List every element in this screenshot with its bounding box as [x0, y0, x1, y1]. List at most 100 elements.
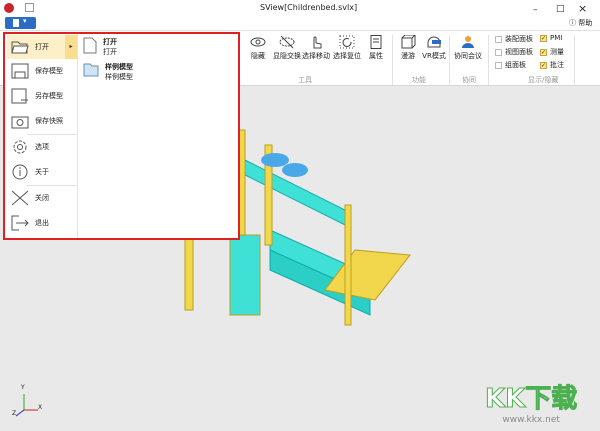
close-icon: [11, 190, 29, 206]
group-label-display: 显示/隐藏: [528, 76, 559, 84]
menu-item-label: 关闭: [35, 194, 49, 202]
annotation-checkbox[interactable]: ✓ 批注: [540, 60, 564, 70]
watermark: KK下载 www.kkx.net: [484, 378, 578, 426]
menu-item-save-model[interactable]: 保存模型: [7, 59, 77, 83]
chevron-down-icon: ▾: [23, 17, 27, 25]
cube-icon: [401, 35, 416, 49]
users-icon: [462, 36, 474, 48]
save-as-icon: [11, 88, 28, 104]
submenu-sample-model[interactable]: 样例模型 样例模型: [83, 62, 133, 82]
select-move-button[interactable]: 选择移动: [301, 35, 331, 61]
menu-item-about[interactable]: 关于: [7, 160, 77, 184]
save-icon[interactable]: [25, 3, 34, 12]
menu-item-label: 保存模型: [35, 67, 63, 75]
assembly-panel-checkbox[interactable]: 装配面板: [495, 34, 533, 44]
help-button[interactable]: ⓘ 帮助: [569, 18, 592, 28]
vr-mode-label: VR模式: [422, 52, 446, 60]
submenu-subtitle: 打开: [103, 48, 117, 56]
menu-item-open[interactable]: 打开: [7, 35, 65, 59]
properties-button[interactable]: 属性: [361, 35, 391, 61]
save-icon: [11, 63, 29, 79]
tab-row: ▾ ⓘ 帮助: [0, 16, 600, 30]
select-move-label: 选择移动: [302, 52, 330, 60]
menu-item-label: 打开: [35, 43, 49, 51]
divider: [488, 35, 489, 85]
submenu-title: 打开: [103, 38, 117, 46]
menu-item-label: 保存快照: [35, 117, 63, 125]
toggle-visibility-button[interactable]: 显隐交换: [272, 35, 302, 61]
app-logo-icon: [4, 3, 14, 13]
checkbox-label: 组面板: [505, 61, 526, 69]
select-reset-button[interactable]: 选择复位: [332, 35, 362, 61]
menu-item-label: 关于: [35, 168, 49, 176]
menu-item-label: 退出: [35, 219, 49, 227]
walkthrough-label: 漫游: [401, 52, 415, 60]
checkbox-label: 测量: [550, 48, 564, 56]
hide-button[interactable]: 隐藏: [243, 35, 273, 61]
checkbox-label: PMI: [550, 34, 563, 42]
view-panel-checkbox[interactable]: 视图面板: [495, 47, 533, 57]
eye-icon: [250, 37, 266, 47]
submenu-title: 样例模型: [105, 63, 133, 71]
axis-icon: [15, 394, 38, 417]
properties-icon: [370, 35, 382, 49]
vr-mode-button[interactable]: VR模式: [419, 35, 449, 61]
minimize-button[interactable]: –: [533, 5, 538, 15]
help-label: 帮助: [578, 19, 593, 27]
maximize-button[interactable]: □: [556, 4, 565, 14]
checkmark-icon: ✓: [540, 48, 547, 56]
info-icon: [12, 164, 28, 180]
reset-icon: [339, 35, 355, 49]
menu-item-label: 选项: [35, 143, 49, 151]
axis-triad: Y X Z: [12, 384, 43, 418]
camera-icon: [11, 116, 29, 129]
menu-item-close[interactable]: 关闭: [7, 186, 77, 210]
divider: [574, 35, 575, 85]
menu-item-save-as[interactable]: 另存模型: [7, 84, 77, 108]
menu-item-exit[interactable]: 退出: [7, 211, 77, 235]
pmi-checkbox[interactable]: ✓ PMI: [540, 34, 562, 42]
collab-meeting-label: 协同会议: [454, 52, 482, 60]
axis-z-label: Z: [12, 410, 17, 417]
properties-label: 属性: [369, 52, 383, 60]
checkbox-icon: [495, 35, 502, 43]
divider: [449, 35, 450, 85]
submenu-arrow-icon[interactable]: ▸: [65, 35, 77, 59]
document-icon: [13, 19, 19, 27]
gear-icon: [13, 140, 27, 154]
group-label-collab: 协同: [462, 76, 476, 84]
axis-y-label: Y: [21, 384, 25, 391]
checkbox-label: 批注: [550, 61, 564, 69]
menu-item-options[interactable]: 选项: [7, 135, 77, 159]
collab-meeting-button[interactable]: 协同会议: [453, 35, 483, 61]
checkmark-icon: ✓: [540, 61, 547, 69]
checkbox-icon: [495, 61, 502, 69]
hide-label: 隐藏: [251, 52, 265, 60]
submenu-subtitle: 样例模型: [105, 73, 133, 81]
watermark-logo: KK下载: [484, 384, 578, 415]
menu-item-save-snapshot[interactable]: 保存快照: [7, 109, 77, 133]
eye-slash-icon: [279, 35, 295, 49]
file-menu-panel: 打开 ▸ 保存模型 另存模型 保存快照 选项 关于 关闭 退出 打开 打开 样例模…: [3, 32, 240, 240]
vr-headset-icon: [427, 36, 441, 48]
submenu-open[interactable]: 打开 打开: [83, 37, 117, 57]
group-panel-checkbox[interactable]: 组面板: [495, 60, 526, 70]
folder-open-icon: [11, 41, 29, 54]
checkbox-label: 视图面板: [505, 48, 533, 56]
hand-pointer-icon: [313, 36, 322, 49]
group-label-function: 功能: [412, 76, 426, 84]
group-label-tools: 工具: [298, 76, 312, 84]
title-bar: SView[Childrenbed.svlx] – □ ×: [0, 0, 600, 16]
file-menu-button[interactable]: ▾: [5, 17, 36, 29]
checkmark-icon: ✓: [540, 34, 547, 42]
window-title: SView[Childrenbed.svlx]: [260, 3, 358, 12]
exit-icon: [11, 215, 29, 231]
watermark-url: www.kkx.net: [502, 415, 560, 425]
divider: [77, 34, 78, 238]
axis-x-label: X: [38, 404, 43, 411]
menu-item-label: 另存模型: [35, 92, 63, 100]
measure-checkbox[interactable]: ✓ 测量: [540, 47, 564, 57]
close-button[interactable]: ×: [578, 2, 587, 15]
select-reset-label: 选择复位: [333, 52, 361, 60]
toggle-visibility-label: 显隐交换: [273, 52, 301, 60]
